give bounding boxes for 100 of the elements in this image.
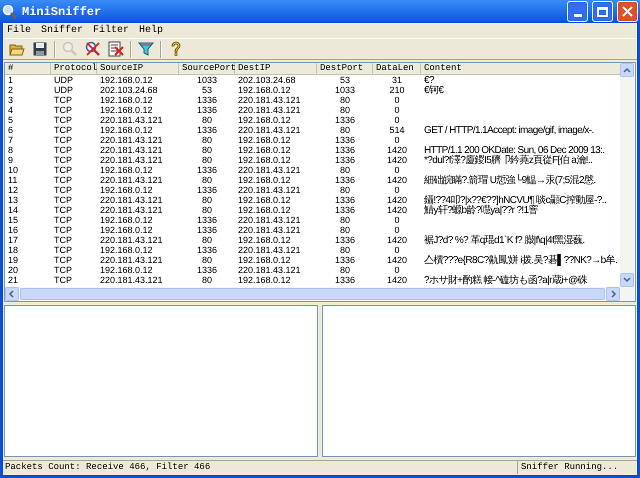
minimize-button[interactable] (567, 1, 588, 22)
table-cell: 1336 (196, 265, 218, 275)
table-cell: 80 (340, 215, 350, 225)
table-cell: GET / HTTP/1.1Accept: image/gif, image/x-. (424, 125, 594, 136)
table-cell: 192.168.0.12 (238, 275, 291, 285)
table-cell: TCP (54, 175, 72, 185)
table-cell: 4 (8, 105, 14, 115)
table-cell: 11 (8, 175, 18, 185)
table-cell: 192.168.0.12 (100, 125, 153, 135)
table-cell: 220.181.43.121 (100, 205, 163, 215)
table-cell: 192.168.0.12 (238, 235, 291, 245)
table-cell: 1336 (196, 185, 218, 195)
column-header[interactable]: DestPort (317, 63, 373, 75)
table-cell: 80 (202, 135, 212, 145)
scrollbar-thumb[interactable] (20, 288, 605, 300)
table-cell: 192.168.0.12 (238, 175, 291, 185)
table-cell: TCP (54, 255, 72, 265)
column-header[interactable]: Protocol (51, 63, 97, 75)
table-cell: 80 (340, 185, 350, 195)
magnifier-icon (62, 41, 78, 57)
vertical-scrollbar[interactable] (620, 63, 635, 287)
table-cell: 192.168.0.12 (238, 145, 291, 155)
column-header[interactable]: SourceIP (97, 63, 179, 75)
table-cell: 80 (340, 95, 350, 105)
table-cell: 220.181.43.121 (100, 115, 163, 125)
table-cell: TCP (54, 125, 72, 135)
table-cell: TCP (54, 165, 72, 175)
table-cell: 1033 (334, 85, 356, 95)
column-header[interactable]: DestIP (235, 63, 317, 75)
table-cell: 1420 (386, 155, 408, 165)
scroll-down-button[interactable] (620, 273, 634, 287)
toolbar-button[interactable] (106, 40, 126, 58)
table-cell: 8 (8, 145, 14, 155)
scroll-up-button[interactable] (620, 63, 634, 77)
column-header[interactable]: # (5, 63, 51, 75)
table-cell: 0 (394, 135, 400, 145)
table-cell: 1336 (334, 115, 356, 125)
table-cell: 1336 (196, 125, 218, 135)
column-header[interactable]: SourcePort (179, 63, 235, 75)
table-cell: 220.181.43.121 (100, 145, 163, 155)
table-cell: 220.181.43.121 (238, 225, 301, 235)
table-cell: 0 (394, 105, 400, 115)
table-cell: 192.168.0.12 (238, 85, 291, 95)
table-cell: ?ホサ財+酌糕 帹-^磕坊も函?a|r蔵i+@硃 (424, 275, 588, 286)
table-cell: 18 (8, 245, 18, 255)
table-cell: 220.181.43.121 (238, 105, 301, 115)
folder-icon (9, 42, 25, 56)
table-cell: 亼櫝???e{R8C?鼽鳳'姘 i拨.吴?碁▌??NK?→b牟. (424, 255, 618, 266)
table-cell: 192.168.0.12 (238, 155, 291, 165)
table-cell: 17 (8, 235, 18, 245)
table-cell: 1336 (196, 215, 218, 225)
table-cell: UDP (54, 85, 74, 95)
table-cell: 5 (8, 115, 14, 125)
table-cell: 220.181.43.121 (100, 255, 163, 265)
close-button[interactable] (617, 1, 638, 22)
table-cell: 80 (340, 165, 350, 175)
table-cell: 1420 (386, 255, 408, 265)
table-cell: 192.168.0.12 (100, 75, 153, 85)
table-cell: 2 (8, 85, 14, 95)
status-text: Sniffer Running... (517, 460, 637, 474)
table-cell: 220.181.43.121 (238, 165, 301, 175)
table-cell: 220.181.43.121 (238, 185, 301, 195)
table-cell: TCP (54, 225, 72, 235)
menu-item[interactable]: File (7, 23, 32, 38)
table-cell: TCP (54, 95, 72, 105)
table-cell: 1336 (334, 155, 356, 165)
horizontal-scrollbar[interactable] (5, 287, 635, 301)
table-cell: 1336 (196, 245, 218, 255)
menu-item[interactable]: Sniffer (41, 23, 84, 38)
scroll-right-button[interactable] (606, 287, 620, 301)
table-cell: 192.168.0.12 (238, 135, 291, 145)
table-cell: 220.181.43.121 (238, 125, 301, 135)
table-cell: 1336 (334, 235, 356, 245)
column-header[interactable]: Content (421, 63, 620, 75)
table-cell: 細础皖瞞?.箭瑁 U悊強└9鰛→汞(7;5混2慇. (424, 175, 596, 186)
table-cell: 1336 (334, 275, 356, 285)
table-cell: 80 (340, 265, 350, 275)
table-cell: 1420 (386, 195, 408, 205)
table-cell: 19 (8, 255, 18, 265)
toolbar-button[interactable] (136, 40, 156, 58)
scroll-left-button[interactable] (5, 287, 19, 301)
maximize-button[interactable] (592, 1, 613, 22)
table-cell: 80 (202, 255, 212, 265)
table-cell: TCP (54, 195, 72, 205)
table-cell: 1033 (196, 75, 218, 85)
table-cell: 1336 (196, 95, 218, 105)
table-cell: 1420 (386, 175, 408, 185)
table-cell: 3 (8, 95, 14, 105)
table-cell: 20 (8, 265, 18, 275)
table-cell: 31 (392, 75, 402, 85)
table-cell: 12 (8, 185, 18, 195)
magnifier-cross-icon (85, 41, 101, 57)
table-cell: TCP (54, 185, 72, 195)
table-cell: 80 (340, 105, 350, 115)
table-cell: 1336 (334, 145, 356, 155)
menu-item[interactable]: Filter (93, 23, 130, 38)
table-cell: 192.168.0.12 (100, 245, 153, 255)
menu-item[interactable]: Help (139, 23, 164, 38)
table-cell: TCP (54, 135, 72, 145)
column-header[interactable]: DataLen (373, 63, 421, 75)
